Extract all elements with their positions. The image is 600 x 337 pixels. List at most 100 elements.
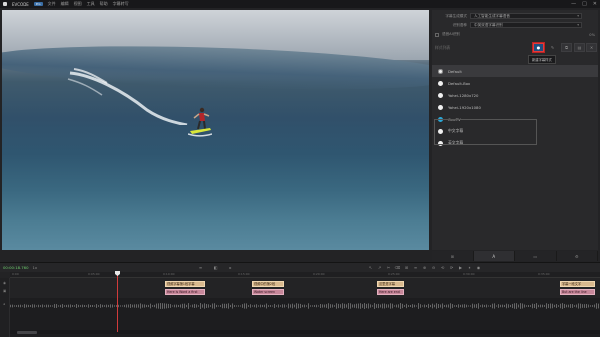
delete-icon[interactable]: ⌫ <box>395 264 401 270</box>
recognition-label: 识别语种 <box>452 22 467 27</box>
zoom-level[interactable]: 1x <box>33 265 38 270</box>
close-button[interactable]: ✕ <box>593 1 597 7</box>
playhead-line[interactable] <box>117 272 118 332</box>
ai-recognition-value: 0% <box>589 32 595 37</box>
ai-recognition-checkbox[interactable] <box>435 32 439 37</box>
menu-file[interactable]: 文件 <box>48 1 56 7</box>
cut-icon[interactable]: ✂ <box>386 264 391 270</box>
new-style-icon: ● <box>536 45 541 50</box>
subtitle-clip-en[interactable]: But are the line <box>560 289 595 295</box>
style-item-default-box[interactable]: Default-Box <box>432 77 598 89</box>
undo-icon[interactable]: ⟲ <box>440 264 445 270</box>
pause-icon[interactable]: ⏸ <box>467 264 472 270</box>
style-item-default[interactable]: Default <box>432 65 598 77</box>
track-headers: ◉ ▣ ◂ <box>0 278 10 337</box>
audio-waveform[interactable] <box>10 296 600 316</box>
split-view-icon[interactable]: ◧ <box>213 264 218 270</box>
grid-icon[interactable]: ⊞ <box>404 264 409 270</box>
video-surfer <box>188 107 212 137</box>
copy-icon: ⧉ <box>565 45 568 50</box>
gear-icon: ⚙ <box>574 253 579 259</box>
tab-subtitle[interactable]: A <box>473 251 515 261</box>
video-spray <box>67 68 188 125</box>
recognition-select[interactable]: 中英双语字幕识别 ▾ <box>470 22 582 28</box>
edition-badge: Pro <box>33 2 43 6</box>
zoom-in-icon[interactable]: ⊕ <box>422 264 427 270</box>
app-window: EVCODE Pro 文件 编辑 视图 工具 帮助 字幕转写 — □ ✕ 字幕生… <box>0 0 600 337</box>
subtitle-clip-zh[interactable]: 字幕一段文字 <box>560 281 595 287</box>
subtitle-track[interactable] <box>10 278 600 298</box>
maximize-button[interactable]: □ <box>582 1 587 7</box>
bilingual-style-group <box>434 119 537 145</box>
subtitle-clip-en[interactable]: Water screen <box>252 289 284 295</box>
minimize-button[interactable]: — <box>571 1 576 7</box>
lock-icon[interactable]: ▣ <box>3 289 7 293</box>
chevron-down-icon: ▾ <box>577 23 579 27</box>
timeline-toolbar: 00:00:18.760 1x ≡ ◧ ▸ ↖ ↗ ✂ ⌫ ⊞ ≡ ⊕ ⊖ ⟲ … <box>0 262 600 272</box>
style-item-label: Yahei-1920x1080 <box>448 104 481 110</box>
subtitle-clip-en[interactable]: Here are end <box>377 289 404 295</box>
subtitle-mode-value: 人工智能生成字幕语音 <box>474 13 510 18</box>
delete-style-button[interactable]: ✕ <box>586 43 597 52</box>
chevron-down-icon: ▾ <box>577 14 579 18</box>
menu-edit[interactable]: 编辑 <box>61 1 69 7</box>
menu-tools[interactable]: 工具 <box>87 1 95 7</box>
move-icon[interactable]: ↗ <box>377 264 382 270</box>
panel-tabs: ⊞ A ▭ ⚙ <box>432 251 598 261</box>
redo-icon[interactable]: ⟳ <box>449 264 454 270</box>
style-item-label: Yahei-1280x720 <box>448 92 479 98</box>
ai-recognition-row: 语音AI识别 0% <box>432 32 595 37</box>
menu-help[interactable]: 帮助 <box>100 1 108 7</box>
record-icon[interactable]: ◉ <box>476 264 481 270</box>
timeline-tracks: ◉ ▣ ◂ 视频字幕第1段字幕 视频中的第2段 这里是字幕 字幕一段文字 Her… <box>0 278 600 337</box>
edit-style-button[interactable]: ✎ <box>547 43 558 52</box>
menu-view[interactable]: 视图 <box>74 1 82 7</box>
title-bar: EVCODE Pro 文件 编辑 视图 工具 帮助 字幕转写 — □ ✕ <box>0 0 600 8</box>
subtitle-mode-select[interactable]: 人工智能生成字幕语音 ▾ <box>470 13 582 19</box>
style-dot-icon <box>438 92 443 98</box>
subtitle-clip-zh[interactable]: 这里是字幕 <box>377 281 404 287</box>
recognition-row: 识别语种 中英双语字幕识别 ▾ <box>432 22 582 28</box>
copy-style-button[interactable]: ⧉ <box>561 43 572 52</box>
menu-icon[interactable]: ≡ <box>198 264 203 270</box>
recognition-value: 中英双语字幕识别 <box>474 22 503 27</box>
tab-media[interactable]: ⊞ <box>432 251 474 261</box>
subtitle-clip-zh[interactable]: 视频字幕第1段字幕 <box>165 281 205 287</box>
timeline-tools: ↖ ↗ ✂ ⌫ ⊞ ≡ ⊕ ⊖ ⟲ ⟳ ▶ ⏸ ◉ <box>368 264 481 270</box>
app-logo-icon <box>3 2 7 6</box>
video-preview[interactable] <box>2 10 429 250</box>
timeline-mid-tools: ≡ ◧ ▸ <box>198 264 233 270</box>
pencil-icon: ✎ <box>550 45 555 50</box>
style-dot-icon <box>438 80 443 86</box>
tab-settings[interactable]: ⚙ <box>557 251 598 261</box>
grid-icon: ⊞ <box>450 253 454 259</box>
new-style-button[interactable]: ● <box>533 43 544 52</box>
align-icon[interactable]: ≡ <box>413 264 418 270</box>
style-item-yahei-720[interactable]: Yahei-1280x720 <box>432 89 598 101</box>
menu-subtitle[interactable]: 字幕转写 <box>113 1 129 7</box>
ruler-tick: 0:25:00 <box>388 272 400 276</box>
tab-effects[interactable]: ▭ <box>515 251 557 261</box>
ruler-tick: 0:35:00 <box>538 272 550 276</box>
list-icon: ▤ <box>577 45 582 50</box>
frame-icon: ▭ <box>533 253 538 259</box>
play-icon[interactable]: ▸ <box>228 264 233 270</box>
style-item-yahei-1080[interactable]: Yahei-1920x1080 <box>432 101 598 113</box>
play-icon[interactable]: ▶ <box>458 264 463 270</box>
style-list-title: 样式列表 <box>435 45 451 50</box>
speaker-icon[interactable]: ◂ <box>3 302 7 306</box>
timeline-scrollbar[interactable] <box>10 330 600 334</box>
zoom-out-icon[interactable]: ⊖ <box>431 264 436 270</box>
subtitle-mode-row: 字幕生成模式 人工智能生成字幕语音 ▾ <box>432 13 582 19</box>
import-style-button[interactable]: ▤ <box>574 43 585 52</box>
style-item-label: Default <box>448 68 462 74</box>
scrollbar-thumb[interactable] <box>17 331 37 334</box>
eye-icon[interactable]: ◉ <box>3 281 7 285</box>
ruler-tick: 0:30:00 <box>463 272 475 276</box>
app-name: EVCODE <box>12 1 29 7</box>
style-dot-icon <box>438 68 443 74</box>
subtitle-clip-zh[interactable]: 视频中的第2段 <box>252 281 284 287</box>
ruler-tick: 0:00 <box>12 272 19 276</box>
subtitle-clip-en[interactable]: Here is Word a first <box>165 289 205 295</box>
select-icon[interactable]: ↖ <box>368 264 373 270</box>
